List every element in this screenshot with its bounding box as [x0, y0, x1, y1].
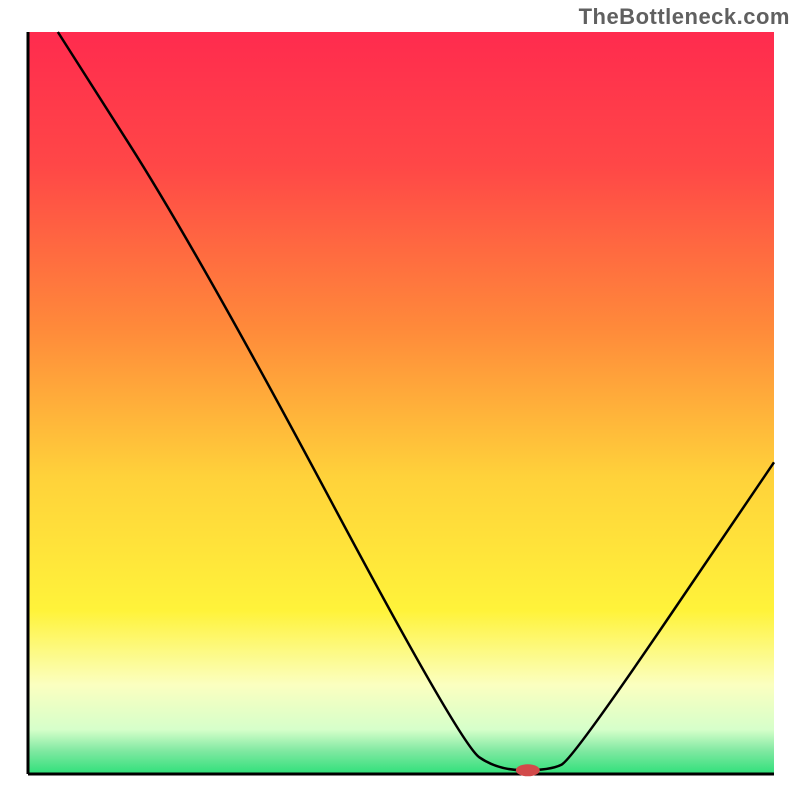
optimal-marker [516, 764, 540, 776]
bottleneck-chart [0, 0, 800, 800]
plot-background [28, 32, 774, 774]
chart-container: TheBottleneck.com [0, 0, 800, 800]
